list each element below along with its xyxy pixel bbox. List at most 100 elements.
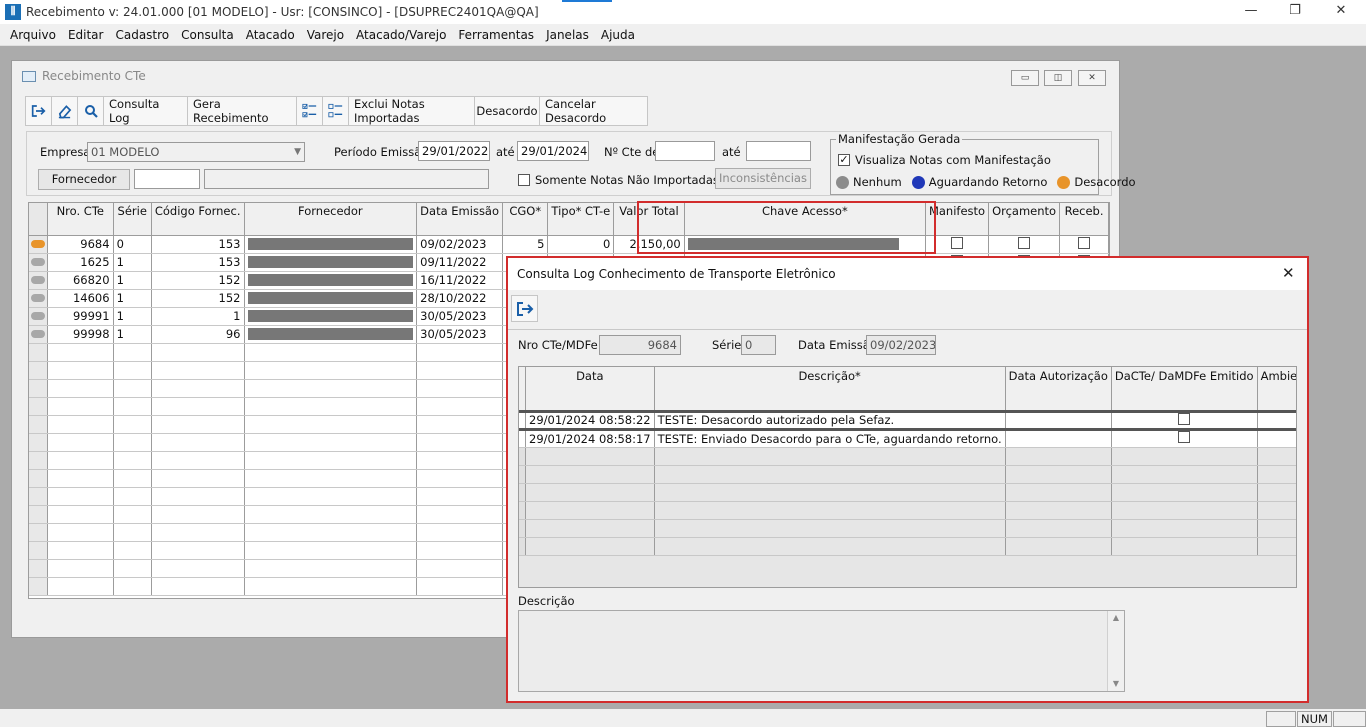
column-header-5[interactable]: CGO*: [502, 203, 549, 236]
window-titlebar: ⫼ Recebimento v: 24.01.000 [01 MODELO] -…: [0, 0, 1366, 24]
checkbox-box[interactable]: [518, 174, 530, 186]
log-cell: [1257, 501, 1296, 520]
orcamento-checkbox[interactable]: [1018, 236, 1031, 249]
menu-item-5[interactable]: Varejo: [301, 28, 350, 42]
log-column-header-4[interactable]: Ambiente: [1257, 367, 1296, 413]
restore-icon[interactable]: ❐: [1272, 0, 1318, 24]
empty-cell: [244, 451, 418, 470]
periodo-de-input[interactable]: 29/01/2022: [418, 141, 490, 161]
fornecedor-button[interactable]: Fornecedor: [38, 169, 130, 190]
log-row[interactable]: 29/01/2024 08:58:22 TESTE: Desacordo auto…: [519, 411, 1296, 431]
log-column-header-0[interactable]: Data: [525, 367, 655, 413]
exclui-notas-button[interactable]: Exclui Notas Importadas: [349, 97, 475, 125]
app-logo-icon: ⫼: [5, 4, 21, 20]
log-column-header-1[interactable]: Descrição*: [654, 367, 1006, 413]
log-row[interactable]: 29/01/2024 08:58:17 TESTE: Enviado Desaco…: [519, 429, 1296, 448]
status-legend: Nenhum Aguardando Retorno Desacordo: [836, 175, 1142, 189]
menu-item-2[interactable]: Cadastro: [109, 28, 175, 42]
log-row[interactable]: [519, 483, 1296, 502]
descricao-textarea[interactable]: ▲ ▼: [518, 610, 1125, 692]
log-row[interactable]: [519, 519, 1296, 538]
column-header-3[interactable]: Fornecedor: [244, 203, 418, 236]
search-icon[interactable]: [78, 97, 104, 125]
minimize-icon[interactable]: —: [1228, 0, 1274, 24]
menu-item-3[interactable]: Consulta: [175, 28, 240, 42]
empty-cell: [113, 343, 152, 362]
gera-recebimento-button[interactable]: Gera Recebimento: [188, 97, 297, 125]
menu-item-8[interactable]: Janelas: [540, 28, 595, 42]
exit-icon[interactable]: [26, 97, 52, 125]
log-column-header-3[interactable]: DaCTe/ DaMDFe Emitido: [1111, 367, 1258, 413]
manifesto-checkbox[interactable]: [951, 236, 964, 249]
empty-cell: [47, 451, 114, 470]
column-header-2[interactable]: Código Fornec.: [151, 203, 245, 236]
scroll-down-icon[interactable]: ▼: [1108, 677, 1124, 691]
empty-cell: [29, 415, 48, 434]
cancelar-desacordo-button[interactable]: Cancelar Desacordo: [540, 97, 647, 125]
row-indicator: [29, 325, 48, 344]
menu-item-1[interactable]: Editar: [62, 28, 110, 42]
log-cell: [1257, 411, 1296, 431]
child-restore-icon[interactable]: ◫: [1044, 70, 1072, 86]
log-row[interactable]: [519, 447, 1296, 466]
desacordo-button[interactable]: Desacordo: [475, 97, 540, 125]
child-minimize-icon[interactable]: ▭: [1011, 70, 1039, 86]
child-close-icon[interactable]: ✕: [1078, 70, 1106, 86]
dialog-titlebar: Consulta Log Conhecimento de Transporte …: [508, 258, 1307, 290]
scrollbar[interactable]: ▲ ▼: [1107, 611, 1124, 691]
empty-cell: [113, 559, 152, 578]
nr-cte-ate-input[interactable]: [746, 141, 811, 161]
column-header-11[interactable]: Receb.: [1059, 203, 1109, 236]
emitido-checkbox[interactable]: [1178, 412, 1191, 425]
nr-cte-de-input[interactable]: [655, 141, 715, 161]
inconsistencias-button[interactable]: Inconsistências: [715, 168, 811, 189]
column-header-1[interactable]: Série: [113, 203, 152, 236]
empty-cell: [113, 505, 152, 524]
visualiza-checkbox[interactable]: ✓ Visualiza Notas com Manifestação: [838, 153, 1051, 167]
toolbar: Consulta Log Gera Recebimento Exclui Not…: [25, 96, 648, 126]
unchecklist-icon[interactable]: [323, 97, 349, 125]
column-header-4[interactable]: Data Emissão: [416, 203, 504, 236]
column-header-0[interactable]: Nro. CTe: [47, 203, 114, 236]
scroll-up-icon[interactable]: ▲: [1108, 611, 1124, 625]
checklist-icon[interactable]: [297, 97, 323, 125]
consulta-log-button[interactable]: Consulta Log: [104, 97, 188, 125]
log-cell: [1257, 519, 1296, 538]
empty-cell: [151, 577, 245, 596]
menu-item-6[interactable]: Atacado/Varejo: [350, 28, 452, 42]
emitido-checkbox[interactable]: [1178, 431, 1191, 443]
table-row[interactable]: 9684 0 153 09/02/2023 5 0 2.150,00: [29, 235, 1109, 254]
column-header-10[interactable]: Orçamento: [988, 203, 1061, 236]
checkbox-checked[interactable]: ✓: [838, 154, 850, 166]
empty-cell: [416, 415, 504, 434]
empty-cell: [113, 523, 152, 542]
log-cell: [1005, 537, 1112, 556]
log-column-header-2[interactable]: Data Autorização: [1005, 367, 1112, 413]
empty-cell: [113, 397, 152, 416]
redacted-fornecedor: [247, 274, 414, 286]
menu-item-9[interactable]: Ajuda: [595, 28, 641, 42]
log-row[interactable]: [519, 537, 1296, 556]
receb-checkbox[interactable]: [1078, 236, 1091, 249]
log-row[interactable]: [519, 501, 1296, 520]
cell-cod: 152: [151, 271, 245, 290]
cell-serie: 0: [113, 235, 152, 254]
menu-item-0[interactable]: Arquivo: [4, 28, 62, 42]
dialog-close-icon[interactable]: ✕: [1282, 264, 1295, 282]
empty-cell: [151, 361, 245, 380]
close-icon[interactable]: ✕: [1318, 0, 1364, 24]
log-cell: [525, 483, 655, 502]
fornecedor-code-input[interactable]: [134, 169, 200, 189]
periodo-ate-input[interactable]: 29/01/2024: [517, 141, 589, 161]
menu-item-7[interactable]: Ferramentas: [452, 28, 540, 42]
column-header-6[interactable]: Tipo* CT-e: [547, 203, 615, 236]
menu-item-4[interactable]: Atacado: [240, 28, 301, 42]
empresa-select[interactable]: 01 MODELO ▼: [87, 142, 305, 162]
log-cell: [1005, 483, 1112, 502]
eraser-icon[interactable]: [52, 97, 78, 125]
somente-checkbox[interactable]: Somente Notas Não Importadas: [518, 173, 719, 187]
cell-cod: 152: [151, 289, 245, 308]
log-row[interactable]: [519, 465, 1296, 484]
empty-cell: [47, 343, 114, 362]
exit-icon[interactable]: [511, 295, 538, 322]
